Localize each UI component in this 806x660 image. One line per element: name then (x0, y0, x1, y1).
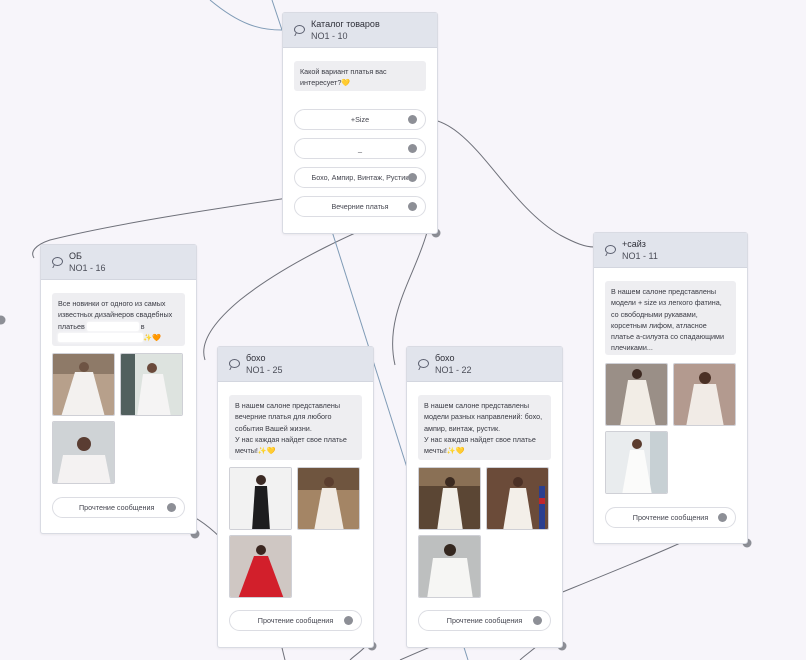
connector-dot[interactable] (344, 616, 353, 625)
node-title: +сайз (622, 239, 646, 249)
node-title: бохо (246, 353, 266, 363)
wire-size-to-plus-size (414, 117, 595, 248)
button-evening[interactable]: Вечерние платья (294, 196, 426, 217)
boho-25-node[interactable]: бохо NO1 - 25 В нашем салоне представлен… (217, 346, 374, 648)
read-message-button[interactable]: Прочтение сообщения (605, 507, 736, 528)
stray-dot-left (0, 315, 6, 325)
ob-node[interactable]: ОБ NO1 - 16 Все новинки от одного из сам… (40, 244, 197, 534)
dress-photo (605, 431, 668, 494)
button-plus-size[interactable]: +Size (294, 109, 426, 130)
message-bubble: В нашем салоне представлены вечерние пла… (229, 395, 362, 460)
node-title: бохо (435, 353, 455, 363)
message-text: платьев (58, 321, 85, 331)
message-line: ✨🧡 (58, 332, 179, 343)
connector-dot[interactable] (167, 503, 176, 512)
message-bubble: Все новинки от одного из самых известных… (52, 293, 185, 346)
read-message-button[interactable]: Прочтение сообщения (418, 610, 551, 631)
dress-photo (486, 467, 549, 530)
redacted-text (86, 322, 139, 332)
message-bubble: Какой вариант платья вас интересует?💛 (294, 61, 426, 91)
node-id: NO1 - 22 (435, 365, 472, 375)
dress-photo (52, 421, 115, 484)
connector-dot[interactable] (408, 173, 417, 182)
connector-dot[interactable] (408, 202, 417, 211)
node-id: NO1 - 11 (622, 251, 658, 261)
button-boho[interactable]: Бохо, Ампир, Винтаж, Рустик (294, 167, 426, 188)
node-id: NO1 - 16 (69, 263, 106, 273)
dress-photo (229, 467, 292, 530)
dress-photo (229, 535, 292, 598)
boho-22-node[interactable]: бохо NO1 - 22 В нашем салоне представлен… (406, 346, 563, 648)
message-bubble: В нашем салоне представлены модели разны… (418, 395, 551, 460)
read-message-button[interactable]: Прочтение сообщения (229, 610, 362, 631)
message-text: в (140, 321, 145, 331)
dress-photo (418, 535, 481, 598)
dress-photo (120, 353, 183, 416)
dress-photo (418, 467, 481, 530)
message-line: платьев в (58, 321, 179, 332)
node-header: бохо NO1 - 22 (407, 347, 562, 382)
node-header: ОБ NO1 - 16 (41, 245, 196, 280)
connector-dot[interactable] (533, 616, 542, 625)
node-header: Каталог товаров NO1 - 10 (283, 13, 437, 48)
node-id: NO1 - 10 (311, 31, 348, 41)
wire-top-vertical (271, 0, 283, 31)
connector-dot[interactable] (408, 115, 417, 124)
dress-photo (605, 363, 668, 426)
connector-dot[interactable] (718, 513, 727, 522)
node-title: ОБ (69, 251, 82, 261)
chat-bubble-icon (294, 25, 305, 34)
message-text: ✨🧡 (143, 332, 161, 342)
node-id: NO1 - 25 (246, 365, 283, 375)
redacted-text (58, 333, 143, 343)
read-message-button[interactable]: Прочтение сообщения (52, 497, 185, 518)
chat-bubble-icon (52, 257, 63, 266)
chat-bubble-icon (229, 359, 240, 368)
chat-bubble-icon (418, 359, 429, 368)
dress-photo (297, 467, 360, 530)
button-underscore[interactable]: _ (294, 138, 426, 159)
connector-dot[interactable] (408, 144, 417, 153)
wire-top-in (209, 0, 283, 31)
node-title: Каталог товаров (311, 19, 380, 29)
node-header: +сайз NO1 - 11 (594, 233, 747, 268)
dress-photo (52, 353, 115, 416)
message-line: Все новинки от одного из самых (58, 299, 166, 308)
node-header: бохо NO1 - 25 (218, 347, 373, 382)
plus-size-node[interactable]: +сайз NO1 - 11 В нашем салоне представле… (593, 232, 748, 544)
message-line: известных дизайнеров свадебных (58, 310, 173, 320)
chat-bubble-icon (605, 245, 616, 254)
message-bubble: В нашем салоне представлены модели + siz… (605, 281, 736, 355)
catalog-node[interactable]: Каталог товаров NO1 - 10 Какой вариант п… (282, 12, 438, 234)
dress-photo (673, 363, 736, 426)
